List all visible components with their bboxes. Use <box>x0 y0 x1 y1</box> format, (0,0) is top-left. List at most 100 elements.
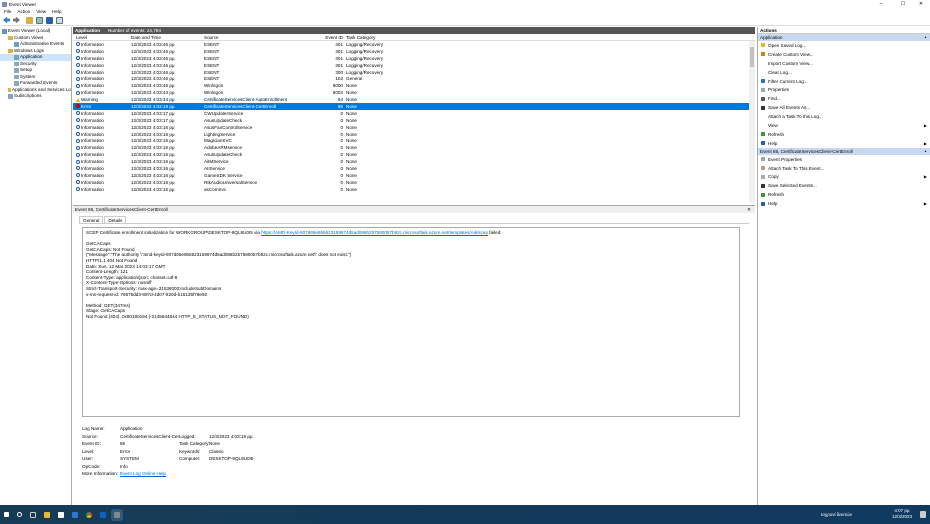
tab-general[interactable]: General <box>79 216 104 223</box>
show-hide-action-pane-icon[interactable] <box>56 16 63 24</box>
menu-help[interactable]: Help <box>52 9 61 14</box>
action-item[interactable]: Event Properties <box>758 155 930 164</box>
tree-item[interactable]: Subscriptions <box>0 93 71 100</box>
level-text: Information <box>81 110 104 116</box>
help-icon[interactable] <box>46 16 53 24</box>
task-category-cell: None <box>346 145 357 151</box>
center-pane: Application Number of events: 24,784 Lev… <box>73 27 755 505</box>
date-cell: 12/3/2023 4:03:16 pμ <box>131 159 175 165</box>
action-item[interactable]: Open Saved Log... <box>758 41 930 50</box>
language-indicator[interactable]: Ιαχρονί δεικτών <box>821 512 852 517</box>
event-row[interactable]: Information 12/3/2023 4:03:16 pμ RtkAudioU… <box>73 179 755 186</box>
task-view-icon[interactable] <box>30 511 36 518</box>
minimize-button[interactable]: – <box>874 0 888 8</box>
mail-icon[interactable] <box>72 511 78 518</box>
start-icon[interactable] <box>4 512 9 517</box>
source-cell: LightingService <box>204 131 236 137</box>
close-button[interactable]: ✕ <box>914 0 928 8</box>
action-item[interactable]: Save Selected Events... <box>758 181 930 190</box>
none-icon <box>761 61 765 65</box>
menu-view[interactable]: View <box>36 9 46 14</box>
actions-section-header[interactable]: Event 86, CertificateServicesClient-Cert… <box>758 147 930 155</box>
event-row[interactable]: Information 12/3/2023 4:03:16 pμ LightingS… <box>73 131 755 138</box>
event-row[interactable]: Information 12/3/2023 4:03:46 pμ ESENT 301 L… <box>73 41 755 48</box>
event-row[interactable]: Information 12/3/2023 4:03:43 pμ Winlogon 6… <box>73 89 755 96</box>
event-log-online-help-link[interactable]: Event Log Online Help <box>120 470 166 477</box>
event-row[interactable]: Information 12/3/2023 4:03:46 pμ ESENT 301 L… <box>73 62 755 69</box>
notifications-icon[interactable] <box>920 511 926 518</box>
event-row[interactable]: Information 12/3/2023 4:03:17 pμ AsusUpdat… <box>73 117 755 124</box>
action-item[interactable]: Attach Task To This Event... <box>758 164 930 173</box>
event-row[interactable]: Information 12/3/2023 4:03:17 pμ CWUpdater… <box>73 110 755 117</box>
action-item[interactable]: Refresh <box>758 190 930 199</box>
event-row[interactable]: Information 12/3/2023 4:03:46 pμ ESENT 301 L… <box>73 55 755 62</box>
menu-action[interactable]: Action <box>17 9 30 14</box>
back-icon[interactable] <box>3 16 10 24</box>
event-row[interactable]: Warning 12/3/2023 4:03:34 pμ CertificateSe… <box>73 96 755 103</box>
action-item[interactable]: Help ▶ <box>758 139 930 148</box>
action-item[interactable]: Find... <box>758 94 930 103</box>
message-text: Date: Sun, 12 Mar 2023 14:03:17 GMT <box>86 263 166 269</box>
event-row[interactable]: Information 12/3/2023 4:03:16 pμ AdobeARMs… <box>73 144 755 151</box>
event-row[interactable]: Information 12/3/2023 4:03:16 pμ AIIServic… <box>73 165 755 172</box>
col-date[interactable]: Date and Time <box>131 35 204 40</box>
level-cell: Information <box>73 118 131 123</box>
information-icon <box>76 90 80 95</box>
action-item[interactable]: Properties <box>758 85 930 94</box>
col-event-id[interactable]: Event ID <box>314 35 346 40</box>
col-level[interactable]: Level <box>73 35 131 40</box>
file-explorer-icon[interactable] <box>44 511 50 518</box>
maximize-button[interactable]: ☐ <box>896 0 910 8</box>
col-source[interactable]: Source <box>204 35 314 40</box>
event-row[interactable]: Information 12/3/2023 4:03:46 pμ ESENT 102 G… <box>73 75 755 82</box>
store-icon[interactable] <box>58 511 64 518</box>
information-icon <box>76 56 80 61</box>
chrome-icon[interactable] <box>86 511 92 518</box>
event-row[interactable]: Information 12/3/2023 4:03:16 pμ GameSDK S… <box>73 172 755 179</box>
event-row[interactable]: Information 12/3/2023 4:03:16 pμ MagicianS… <box>73 137 755 144</box>
event-row[interactable]: Error 12/3/2023 4:03:19 pμ CertificateServ… <box>73 103 755 110</box>
collapse-icon[interactable]: ▲ <box>924 148 927 155</box>
event-list-scrollbar[interactable] <box>749 41 755 203</box>
action-item[interactable]: Save All Events As... <box>758 103 930 112</box>
tree-node-icon <box>14 81 19 86</box>
menu-file[interactable]: File <box>4 9 11 14</box>
event-row[interactable]: Information 12/3/2023 4:03:46 pμ ESENT 301 L… <box>73 48 755 55</box>
action-item[interactable]: Import Custom View... <box>758 59 930 68</box>
message-text: SCEP Certificate enrollment initializati… <box>86 230 262 235</box>
event-id-value: 86 <box>120 441 126 446</box>
search-icon[interactable] <box>17 512 22 517</box>
collapse-icon[interactable]: ▲ <box>924 34 927 41</box>
tab-details[interactable]: Details <box>104 216 127 223</box>
event-row[interactable]: Information 12/3/2023 4:03:46 pμ ESENT 300 L… <box>73 69 755 76</box>
action-item[interactable]: Create Custom View... <box>758 50 930 59</box>
actions-section-header[interactable]: Application ▲ <box>758 34 930 41</box>
action-item[interactable]: View ▶ <box>758 121 930 130</box>
event-row[interactable]: Information 12/3/2023 4:03:16 pμ AsusFanCo… <box>73 124 755 131</box>
show-hide-tree-icon[interactable] <box>36 16 43 24</box>
submenu-arrow-icon: ▶ <box>923 140 927 146</box>
scep-url-link[interactable]: https://AMD-KeyId-907d65e9b5623159974d5a… <box>261 230 488 235</box>
outlook-icon[interactable] <box>100 511 106 518</box>
forward-icon[interactable] <box>13 16 20 24</box>
detail-close-icon[interactable]: ✕ <box>747 207 751 213</box>
action-item[interactable]: Filter Current Log... <box>758 77 930 86</box>
event-viewer-taskbar-icon[interactable] <box>114 511 120 518</box>
folder-icon[interactable] <box>26 16 33 24</box>
event-row[interactable]: Information 12/3/2023 4:03:46 pμ Winlogon 6… <box>73 82 755 89</box>
information-icon <box>76 118 80 123</box>
action-item[interactable]: Clear Log... <box>758 68 930 77</box>
event-row[interactable]: Information 12/3/2023 4:03:16 pμ AiIMServi… <box>73 158 755 165</box>
none-icon <box>761 123 765 127</box>
date-cell: 12/3/2023 4:03:46 pμ <box>131 69 175 75</box>
action-item[interactable]: Copy ▶ <box>758 172 930 181</box>
action-item[interactable]: Help ▶ <box>758 199 930 208</box>
event-row[interactable]: Information 12/3/2023 4:03:16 pμ AsusUpdat… <box>73 151 755 158</box>
source-cell: AIIService <box>204 165 225 171</box>
action-item[interactable]: Refresh <box>758 130 930 139</box>
action-item[interactable]: Attach a Task To this Log... <box>758 112 930 121</box>
event-row[interactable]: Information 12/3/2023 4:03:16 pμ asComSvc 0… <box>73 186 755 193</box>
clock[interactable]: 4:07 pμ 12/3/2023 <box>892 508 912 520</box>
detail-title: Event 86, CertificateServicesClient-Cert… <box>75 207 168 212</box>
col-task-category[interactable]: Task Category <box>346 35 406 40</box>
